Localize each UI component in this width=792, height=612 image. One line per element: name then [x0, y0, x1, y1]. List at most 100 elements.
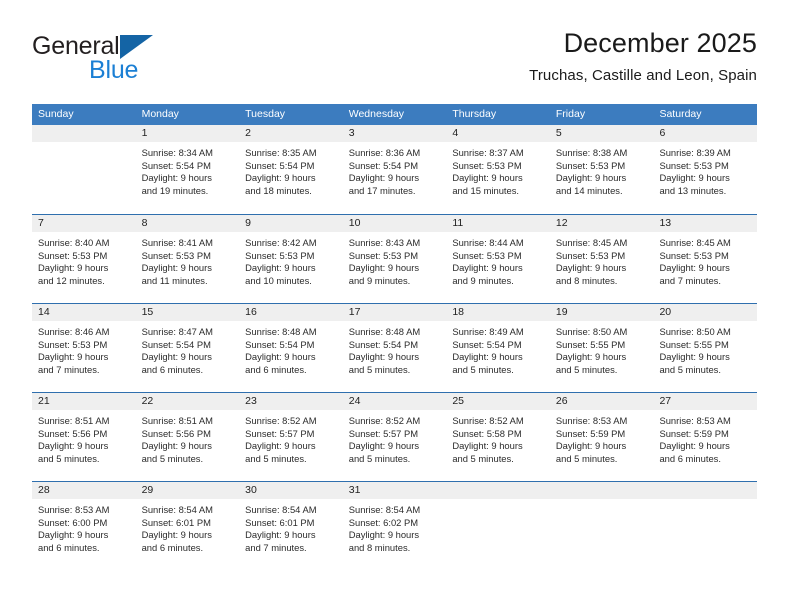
sunrise-text: Sunrise: 8:40 AM [38, 237, 110, 248]
sunset-text: Sunset: 5:58 PM [452, 427, 522, 439]
sunrise-text: Sunrise: 8:51 AM [38, 415, 110, 426]
weekday-header-monday: Monday [141, 108, 179, 120]
day-cell[interactable]: 22 Sunrise: 8:51 AM Sunset: 5:56 PM Dayl… [135, 393, 240, 481]
daylight-text-line1: Daylight: 9 hours [659, 440, 730, 452]
day-cell[interactable]: 1 Sunrise: 8:34 AM Sunset: 5:54 PM Dayli… [135, 125, 240, 214]
day-cell[interactable]: 6 Sunrise: 8:39 AM Sunset: 5:53 PM Dayli… [653, 125, 758, 214]
day-cell[interactable]: 31 Sunrise: 8:54 AM Sunset: 6:02 PM Dayl… [342, 482, 447, 561]
day-cell[interactable]: 11 Sunrise: 8:44 AM Sunset: 5:53 PM Dayl… [446, 215, 550, 303]
day-cell[interactable]: 5 Sunrise: 8:38 AM Sunset: 5:53 PM Dayli… [549, 125, 654, 214]
day-cell[interactable]: 23 Sunrise: 8:52 AM Sunset: 5:57 PM Dayl… [239, 393, 343, 481]
day-cell[interactable]: 2 Sunrise: 8:35 AM Sunset: 5:54 PM Dayli… [239, 125, 343, 214]
day-cell[interactable]: 18 Sunrise: 8:49 AM Sunset: 5:54 PM Dayl… [446, 304, 550, 392]
day-cell[interactable]: 30 Sunrise: 8:54 AM Sunset: 6:01 PM Dayl… [239, 482, 343, 561]
day-cell[interactable]: 26 Sunrise: 8:53 AM Sunset: 5:59 PM Dayl… [549, 393, 654, 481]
day-cell[interactable]: 8 Sunrise: 8:41 AM Sunset: 5:53 PM Dayli… [135, 215, 240, 303]
sunset-text: Sunset: 5:56 PM [38, 427, 108, 439]
sunset-text: Sunset: 5:53 PM [452, 249, 522, 261]
daylight-text-line2: and 5 minutes. [555, 452, 618, 464]
day-number: 20 [653, 304, 758, 321]
daylight-text-line2: and 15 minutes. [452, 184, 520, 196]
day-cell[interactable]: 12 Sunrise: 8:45 AM Sunset: 5:53 PM Dayl… [549, 215, 654, 303]
day-details: Sunrise: 8:39 AM Sunset: 5:53 PM Dayligh… [653, 142, 757, 197]
sunrise-text: Sunrise: 8:49 AM [452, 326, 524, 337]
sunrise-text: Sunrise: 8:51 AM [141, 415, 213, 426]
day-details: Sunrise: 8:49 AM Sunset: 5:54 PM Dayligh… [446, 321, 550, 376]
day-cell[interactable]: 3 Sunrise: 8:36 AM Sunset: 5:54 PM Dayli… [342, 125, 447, 214]
day-details: Sunrise: 8:53 AM Sunset: 5:59 PM Dayligh… [550, 410, 654, 465]
sunrise-text: Sunrise: 8:46 AM [38, 326, 110, 337]
daylight-text-line2: and 5 minutes. [141, 452, 204, 464]
day-cell[interactable]: 14 Sunrise: 8:46 AM Sunset: 5:53 PM Dayl… [32, 304, 136, 392]
daylight-text-line2: and 11 minutes. [141, 274, 208, 286]
sunset-text: Sunset: 5:55 PM [659, 338, 729, 350]
daylight-text-line2: and 6 minutes. [38, 541, 100, 553]
sunrise-text: Sunrise: 8:53 AM [38, 504, 110, 515]
day-cell[interactable]: 17 Sunrise: 8:48 AM Sunset: 5:54 PM Dayl… [342, 304, 447, 392]
day-number: 10 [342, 215, 447, 232]
day-cell[interactable]: 21 Sunrise: 8:51 AM Sunset: 5:56 PM Dayl… [32, 393, 136, 481]
daylight-text-line1: Daylight: 9 hours [348, 172, 420, 184]
day-number: 9 [239, 215, 343, 232]
day-cell[interactable]: 27 Sunrise: 8:53 AM Sunset: 5:59 PM Dayl… [653, 393, 758, 481]
sunset-text: Sunset: 5:56 PM [141, 427, 211, 439]
sunrise-text: Sunrise: 8:41 AM [141, 237, 213, 248]
sunrise-text: Sunrise: 8:52 AM [348, 415, 421, 426]
day-details: Sunrise: 8:51 AM Sunset: 5:56 PM Dayligh… [32, 410, 136, 465]
day-details: Sunrise: 8:42 AM Sunset: 5:53 PM Dayligh… [239, 232, 343, 287]
sunrise-text: Sunrise: 8:54 AM [348, 504, 421, 515]
daylight-text-line2: and 19 minutes. [141, 184, 209, 196]
day-cell[interactable]: 28 Sunrise: 8:53 AM Sunset: 6:00 PM Dayl… [32, 482, 136, 561]
daylight-text-line2: and 13 minutes. [659, 184, 727, 196]
sunrise-text: Sunrise: 8:47 AM [141, 326, 213, 337]
day-cell[interactable]: 9 Sunrise: 8:42 AM Sunset: 5:53 PM Dayli… [239, 215, 343, 303]
day-details: Sunrise: 8:54 AM Sunset: 6:01 PM Dayligh… [136, 499, 240, 554]
daylight-text-line2: and 14 minutes. [555, 184, 623, 196]
daylight-text-line1: Daylight: 9 hours [245, 440, 316, 452]
day-cell[interactable]: 16 Sunrise: 8:48 AM Sunset: 5:54 PM Dayl… [239, 304, 343, 392]
day-cell[interactable]: 10 Sunrise: 8:43 AM Sunset: 5:53 PM Dayl… [342, 215, 447, 303]
day-cell[interactable] [32, 125, 136, 214]
day-number: 29 [135, 482, 240, 499]
sunrise-text: Sunrise: 8:54 AM [141, 504, 213, 515]
day-number: 25 [446, 393, 550, 410]
sunset-text: Sunset: 5:53 PM [659, 249, 729, 261]
day-number: 13 [653, 215, 758, 232]
daylight-text-line1: Daylight: 9 hours [452, 440, 523, 452]
day-cell[interactable]: 29 Sunrise: 8:54 AM Sunset: 6:01 PM Dayl… [135, 482, 240, 561]
sunrise-text: Sunrise: 8:43 AM [348, 237, 421, 248]
day-cell[interactable]: 25 Sunrise: 8:52 AM Sunset: 5:58 PM Dayl… [446, 393, 550, 481]
day-details: Sunrise: 8:43 AM Sunset: 5:53 PM Dayligh… [343, 232, 447, 287]
daylight-text-line1: Daylight: 9 hours [348, 262, 420, 274]
day-cell[interactable]: 20 Sunrise: 8:50 AM Sunset: 5:55 PM Dayl… [653, 304, 758, 392]
day-cell[interactable] [653, 482, 758, 561]
day-cell[interactable]: 7 Sunrise: 8:40 AM Sunset: 5:53 PM Dayli… [32, 215, 136, 303]
day-details: Sunrise: 8:50 AM Sunset: 5:55 PM Dayligh… [653, 321, 757, 376]
day-cell[interactable]: 13 Sunrise: 8:45 AM Sunset: 5:53 PM Dayl… [653, 215, 758, 303]
daylight-text-line1: Daylight: 9 hours [659, 262, 730, 274]
day-number: 16 [239, 304, 343, 321]
day-cell[interactable] [446, 482, 550, 561]
sunrise-text: Sunrise: 8:48 AM [348, 326, 421, 337]
day-cell[interactable]: 24 Sunrise: 8:52 AM Sunset: 5:57 PM Dayl… [342, 393, 447, 481]
weekday-header-wednesday: Wednesday [348, 108, 404, 120]
day-cell[interactable]: 15 Sunrise: 8:47 AM Sunset: 5:54 PM Dayl… [135, 304, 240, 392]
sunrise-text: Sunrise: 8:50 AM [659, 326, 731, 337]
daylight-text-line1: Daylight: 9 hours [348, 351, 420, 363]
day-number: 1 [135, 125, 240, 142]
sunset-text: Sunset: 5:53 PM [555, 159, 626, 171]
day-cell[interactable]: 19 Sunrise: 8:50 AM Sunset: 5:55 PM Dayl… [549, 304, 654, 392]
week-row: 21 Sunrise: 8:51 AM Sunset: 5:56 PM Dayl… [32, 392, 758, 481]
daylight-text-line2: and 5 minutes. [555, 363, 618, 375]
sunrise-text: Sunrise: 8:53 AM [555, 415, 628, 426]
day-details: Sunrise: 8:34 AM Sunset: 5:54 PM Dayligh… [136, 142, 240, 197]
day-cell[interactable]: 4 Sunrise: 8:37 AM Sunset: 5:53 PM Dayli… [446, 125, 550, 214]
daylight-text-line1: Daylight: 9 hours [38, 529, 109, 541]
day-number: 30 [239, 482, 343, 499]
day-cell[interactable] [549, 482, 654, 561]
daylight-text-line1: Daylight: 9 hours [141, 262, 212, 274]
sunset-text: Sunset: 6:00 PM [38, 516, 108, 528]
daylight-text-line1: Daylight: 9 hours [141, 172, 212, 184]
day-number: 2 [239, 125, 343, 142]
day-details: Sunrise: 8:36 AM Sunset: 5:54 PM Dayligh… [343, 142, 447, 197]
